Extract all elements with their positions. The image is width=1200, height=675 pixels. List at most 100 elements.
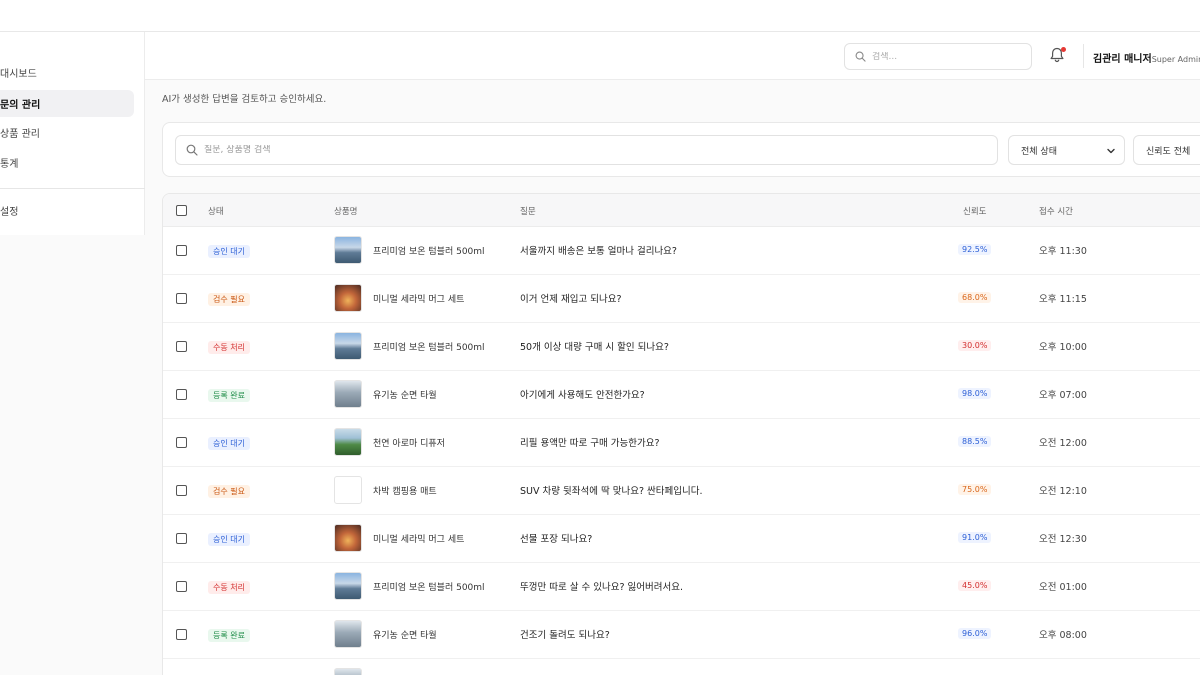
question-text[interactable]: 리필 용액만 따로 구매 가능한가요?	[520, 435, 659, 449]
confidence-badge: 91.0%	[958, 532, 992, 543]
inquiry-table: 상태 상품명 질문 신뢰도 접수 시간 승인 대기 프리미엄 보온 텀블러 500…	[162, 193, 1200, 675]
received-time: 오전 12:30	[1039, 534, 1087, 545]
product-name: 프리미엄 보온 텀블러 500ml	[373, 583, 485, 593]
status-badge: 등록 완료	[208, 629, 250, 642]
user-role: Super Admin	[1151, 55, 1200, 64]
row-checkbox[interactable]	[176, 389, 187, 400]
table-row[interactable]: 등록 완료 유기농 순면 타월 아기에게 사용해도 안전한가요? 98.0% 오후 07…	[163, 371, 1200, 419]
global-search[interactable]	[844, 43, 1032, 70]
column-header-confidence[interactable]: 신뢰도	[963, 205, 986, 217]
search-icon	[855, 51, 866, 62]
question-text[interactable]: 서울까지 배송은 보통 얼마나 걸리나요?	[520, 243, 677, 257]
row-checkbox[interactable]	[176, 341, 187, 352]
inquiry-search[interactable]	[175, 135, 998, 165]
table-row[interactable]	[163, 659, 1200, 675]
sidebar-item-products[interactable]: 상품 관리	[0, 119, 134, 146]
status-badge: 수동 처리	[208, 581, 250, 594]
status-badge: 승인 대기	[208, 437, 250, 450]
product-thumbnail	[334, 668, 362, 675]
top-header: 김관리 매니저 Super Admin	[145, 32, 1200, 80]
row-checkbox[interactable]	[176, 437, 187, 448]
top-strip	[0, 0, 1200, 32]
row-checkbox[interactable]	[176, 485, 187, 496]
table-row[interactable]: 승인 대기 프리미엄 보온 텀블러 500ml 서울까지 배송은 보통 얼마나 걸리…	[163, 227, 1200, 275]
row-checkbox[interactable]	[176, 245, 187, 256]
received-time: 오후 10:00	[1039, 342, 1087, 353]
status-badge: 수동 처리	[208, 341, 250, 354]
table-row[interactable]: 수동 처리 프리미엄 보온 텀블러 500ml 뚜껑만 따로 살 수 있나요? 잃어…	[163, 563, 1200, 611]
row-checkbox[interactable]	[176, 629, 187, 640]
sidebar-item-statistics[interactable]: 통계	[0, 149, 134, 176]
sidebar-item-label: 통계	[0, 159, 19, 170]
received-time: 오후 11:15	[1039, 294, 1087, 305]
status-filter-select[interactable]: 전체 상태	[1008, 135, 1125, 165]
received-time: 오전 12:10	[1039, 486, 1087, 497]
received-time: 오후 07:00	[1039, 390, 1087, 401]
header-divider	[1083, 44, 1084, 68]
product-name: 유기농 순면 타월	[373, 391, 437, 401]
question-text[interactable]: 50개 이상 대량 구매 시 할인 되나요?	[520, 339, 669, 353]
table-row[interactable]: 검수 필요 차박 캠핑용 매트 SUV 차량 뒷좌석에 딱 맞나요? 싼타페입니다.…	[163, 467, 1200, 515]
question-text[interactable]: 선물 포장 되나요?	[520, 531, 592, 545]
product-thumbnail	[334, 236, 362, 264]
row-checkbox[interactable]	[176, 533, 187, 544]
confidence-badge: 98.0%	[958, 388, 992, 399]
confidence-filter-select[interactable]: 신뢰도 전체	[1133, 135, 1200, 165]
page-subtitle: AI가 생성한 답변을 검토하고 승인하세요.	[162, 94, 327, 105]
question-text[interactable]: 건조기 돌려도 되나요?	[520, 627, 610, 641]
inquiry-search-input[interactable]	[204, 145, 984, 155]
table-row[interactable]: 등록 완료 유기농 순면 타월 건조기 돌려도 되나요? 96.0% 오후 08:00	[163, 611, 1200, 659]
product-thumbnail	[334, 284, 362, 312]
question-text[interactable]: 뚜껑만 따로 살 수 있나요? 잃어버려서요.	[520, 579, 683, 593]
global-search-input[interactable]	[872, 51, 1022, 62]
question-text[interactable]: 이거 언제 재입고 되나요?	[520, 291, 622, 305]
table-row[interactable]: 검수 필요 미니멀 세라믹 머그 세트 이거 언제 재입고 되나요? 68.0% 오후 …	[163, 275, 1200, 323]
sidebar-divider	[0, 188, 145, 189]
confidence-badge: 92.5%	[958, 244, 992, 255]
product-name: 프리미엄 보온 텀블러 500ml	[373, 247, 485, 257]
filter-bar: 전체 상태 신뢰도 전체	[162, 122, 1200, 177]
column-header-question[interactable]: 질문	[520, 205, 536, 217]
notification-button[interactable]	[1048, 46, 1068, 66]
confidence-badge: 88.5%	[958, 436, 992, 447]
column-header-received-time[interactable]: 접수 시간	[1039, 205, 1073, 217]
column-header-product[interactable]: 상품명	[334, 205, 357, 217]
product-name: 천연 아로마 디퓨저	[373, 439, 445, 449]
search-icon	[186, 144, 198, 156]
table-row[interactable]: 수동 처리 프리미엄 보온 텀블러 500ml 50개 이상 대량 구매 시 할인 …	[163, 323, 1200, 371]
product-thumbnail	[334, 476, 362, 504]
sidebar-item-label: 상품 관리	[0, 129, 40, 140]
product-thumbnail	[334, 380, 362, 408]
sidebar-item-inquiries[interactable]: 문의 관리	[0, 90, 134, 117]
sidebar-item-dashboard[interactable]: 대시보드	[0, 59, 134, 86]
product-thumbnail	[334, 332, 362, 360]
row-checkbox[interactable]	[176, 293, 187, 304]
received-time: 오전 01:00	[1039, 582, 1087, 593]
column-header-status[interactable]: 상태	[208, 205, 224, 217]
product-name: 프리미엄 보온 텀블러 500ml	[373, 343, 485, 353]
sidebar-item-settings[interactable]: 설정	[0, 197, 134, 224]
chevron-down-icon	[1107, 148, 1115, 154]
confidence-badge: 75.0%	[958, 484, 992, 495]
confidence-filter-value: 신뢰도 전체	[1146, 146, 1191, 157]
status-badge: 검수 필요	[208, 293, 250, 306]
user-profile[interactable]: 김관리 매니저 Super Admin	[1093, 50, 1200, 65]
select-all-checkbox[interactable]	[176, 205, 187, 216]
status-badge: 등록 완료	[208, 389, 250, 402]
product-name: 미니멀 세라믹 머그 세트	[373, 295, 465, 305]
question-text[interactable]: SUV 차량 뒷좌석에 딱 맞나요? 싼타페입니다.	[520, 483, 702, 497]
status-badge: 검수 필요	[208, 485, 250, 498]
table-row[interactable]: 승인 대기 천연 아로마 디퓨저 리필 용액만 따로 구매 가능한가요? 88.5% 오…	[163, 419, 1200, 467]
confidence-badge: 30.0%	[958, 340, 992, 351]
notification-dot	[1061, 47, 1066, 52]
product-thumbnail	[334, 572, 362, 600]
product-thumbnail	[334, 524, 362, 552]
question-text[interactable]: 아기에게 사용해도 안전한가요?	[520, 387, 645, 401]
received-time: 오후 11:30	[1039, 246, 1087, 257]
confidence-badge: 45.0%	[958, 580, 992, 591]
row-checkbox[interactable]	[176, 581, 187, 592]
received-time: 오전 12:00	[1039, 438, 1087, 449]
table-row[interactable]: 승인 대기 미니멀 세라믹 머그 세트 선물 포장 되나요? 91.0% 오전 12:3…	[163, 515, 1200, 563]
product-thumbnail	[334, 428, 362, 456]
confidence-badge: 68.0%	[958, 292, 992, 303]
